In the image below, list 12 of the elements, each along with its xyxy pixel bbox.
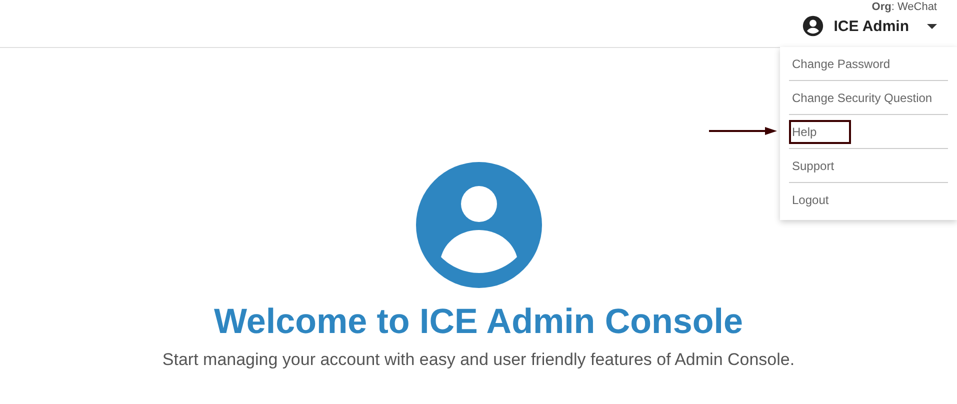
menu-item[interactable]: Change Security Question (789, 86, 942, 110)
menu-item[interactable]: Support (789, 154, 844, 178)
arrow-annotation (709, 127, 777, 135)
menu-item[interactable]: Help (789, 120, 851, 144)
user-icon (802, 15, 824, 37)
user-menu-button[interactable]: ICE Admin (802, 13, 937, 39)
avatar-icon (416, 162, 542, 288)
welcome-title: Welcome to ICE Admin Console (214, 302, 743, 342)
menu-item[interactable]: Logout (789, 188, 839, 212)
welcome-subtitle: Start managing your account with easy and user friendly features of Admin Console. (162, 350, 795, 370)
menu-item[interactable]: Change Password (789, 52, 900, 76)
org-label: Org: WeChat (872, 1, 937, 13)
